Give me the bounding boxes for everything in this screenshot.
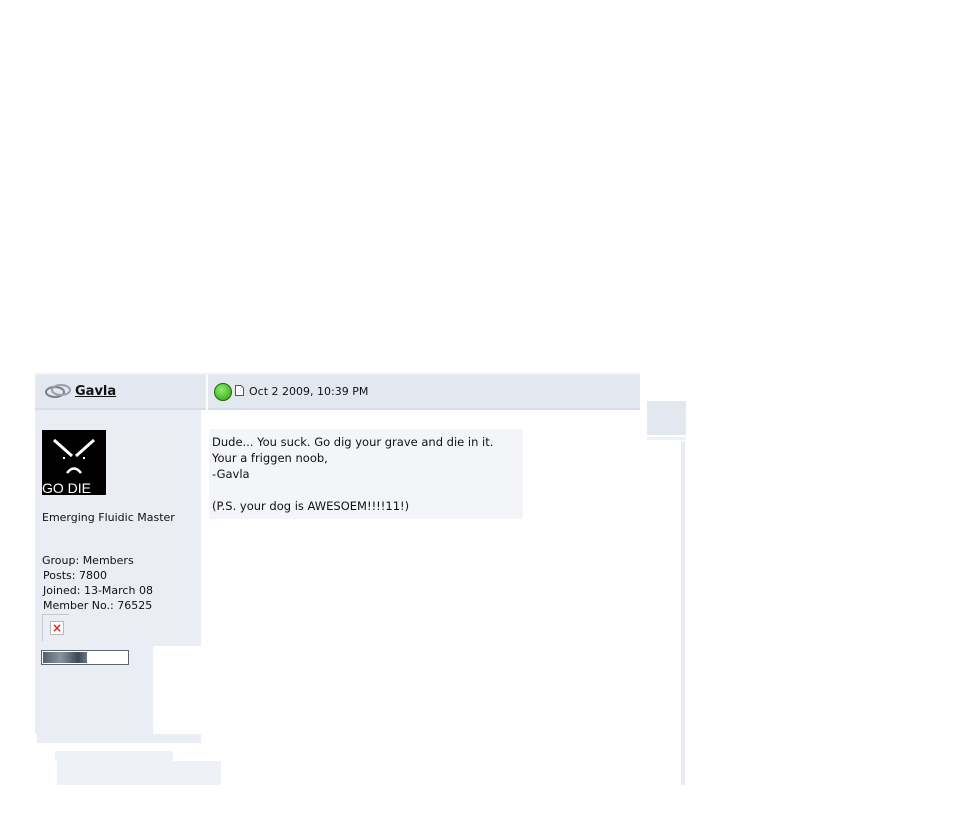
- side-panel-strip: [647, 437, 686, 440]
- post-body-line: -Gavla: [212, 467, 250, 481]
- member-post-count: Posts: 7800: [43, 569, 107, 582]
- member-title: Emerging Fluidic Master: [42, 511, 175, 524]
- broken-image: ×: [42, 614, 69, 641]
- reputation-bar: [41, 650, 129, 665]
- footer-strip: [55, 751, 173, 761]
- page-icon[interactable]: [235, 385, 244, 396]
- post-date: Oct 2 2009, 10:39 PM: [249, 385, 369, 398]
- footer-block: [57, 761, 221, 785]
- reputation-bar-fill: [43, 652, 87, 663]
- avatar-caption: GO DIE: [42, 480, 92, 495]
- post-body-line: Your a friggen noob,: [212, 451, 328, 465]
- profile-column-foot: [37, 734, 201, 743]
- member-group: Group: Members: [42, 554, 134, 567]
- mood-icon: [214, 383, 232, 401]
- online-status-icon: [45, 384, 71, 398]
- member-joined-date: Joined: 13-March 08: [43, 584, 153, 597]
- post-body-line: Dude... You suck. Go dig your grave and …: [212, 435, 494, 449]
- broken-image-icon: ×: [50, 621, 64, 635]
- avatar: GO DIE: [42, 430, 106, 495]
- post-body-line: (P.S. your dog is AWESOEM!!!!11!): [212, 499, 410, 513]
- side-panel-box: [647, 401, 686, 435]
- author-username-link[interactable]: Gavla: [75, 384, 116, 399]
- angry-face-icon: [53, 438, 95, 474]
- side-panel-border: [681, 441, 685, 785]
- member-number: Member No.: 76525: [43, 599, 153, 612]
